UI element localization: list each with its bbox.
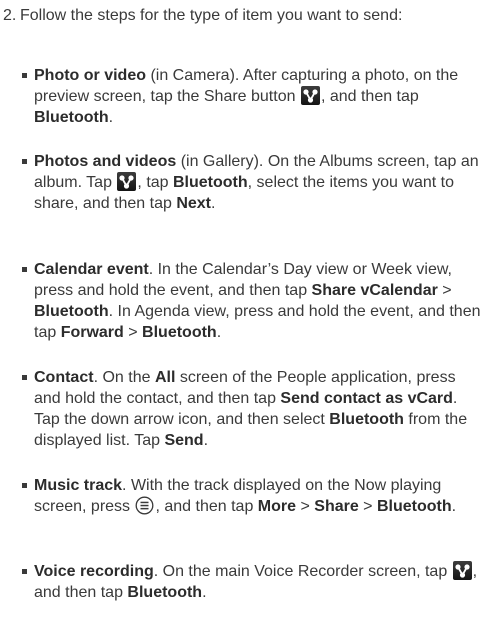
list-item-photo-or-video: Photo or video (in Camera). After captur…: [22, 65, 484, 128]
bluetooth-label: Bluetooth: [173, 174, 248, 191]
item-title: Music track: [34, 477, 123, 494]
item-text: , and then tap: [155, 498, 258, 515]
item-text: , tap: [137, 174, 173, 191]
next-label: Next: [176, 195, 212, 212]
menu-icon: [135, 496, 154, 515]
item-text: .: [202, 584, 207, 601]
bluetooth-label: Bluetooth: [376, 498, 452, 515]
forward-label: Forward: [60, 324, 124, 341]
item-text: . On the main Voice Recorder screen, tap: [153, 563, 452, 580]
list-item-photos-and-videos: Photos and videos (in Gallery). On the A…: [22, 151, 484, 214]
share-vcalendar-label: Share vCalendar: [311, 282, 438, 299]
item-text: >: [358, 498, 377, 515]
all-label: All: [154, 369, 176, 386]
bullet-icon: [22, 375, 27, 380]
list-item-voice-recording: Voice recording. On the main Voice Recor…: [22, 561, 484, 603]
send-label: Send: [164, 432, 204, 449]
item-text: , and then tap: [320, 88, 419, 105]
item-text: .: [108, 109, 114, 126]
item-title: Calendar event: [34, 261, 149, 278]
bullet-icon: [22, 267, 27, 272]
document-page: 2. Follow the steps for the type of item…: [0, 0, 487, 623]
list-item-calendar-event: Calendar event. In the Calendar’s Day vi…: [22, 259, 484, 343]
step-2: 2. Follow the steps for the type of item…: [0, 5, 480, 26]
item-title: Photos and videos: [34, 153, 177, 170]
step-intro: Follow the steps for the type of item yo…: [20, 7, 403, 24]
bullet-icon: [22, 159, 27, 164]
item-title: Photo or video: [34, 67, 146, 84]
item-title: Contact: [34, 369, 94, 386]
bluetooth-label: Bluetooth: [34, 303, 109, 320]
list-item-music-track: Music track. With the track displayed on…: [22, 475, 484, 517]
item-text: . On the: [93, 369, 155, 386]
share-icon: [452, 561, 472, 580]
share-label: Share: [314, 498, 359, 515]
share-icon: [300, 86, 320, 105]
bluetooth-label: Bluetooth: [34, 109, 109, 126]
send-vcard-label: Send contact as vCard: [280, 390, 453, 407]
bullet-icon: [22, 73, 27, 78]
bluetooth-label: Bluetooth: [127, 584, 203, 601]
item-text: >: [123, 324, 143, 341]
item-text: .: [203, 432, 209, 449]
bullet-icon: [22, 569, 27, 574]
item-text: >: [296, 498, 315, 515]
bluetooth-label: Bluetooth: [329, 411, 404, 428]
item-text: .: [216, 324, 222, 341]
item-text: >: [437, 282, 452, 299]
item-text: .: [451, 498, 457, 515]
share-icon: [117, 172, 137, 191]
bluetooth-label: Bluetooth: [142, 324, 217, 341]
item-text: .: [211, 195, 216, 212]
step-number: 2.: [3, 7, 17, 24]
list-item-contact: Contact. On the All screen of the People…: [22, 367, 484, 451]
bullet-icon: [22, 483, 27, 488]
more-label: More: [257, 498, 297, 515]
item-title: Voice recording: [34, 563, 154, 580]
